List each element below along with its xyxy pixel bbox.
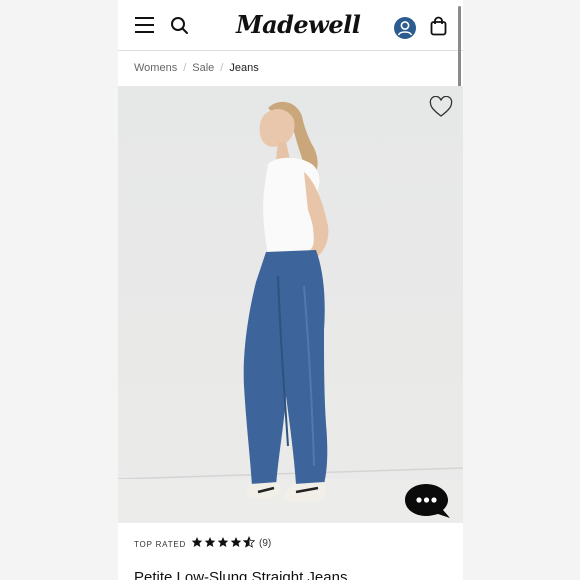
model-photo xyxy=(118,101,463,523)
breadcrumb-sale[interactable]: Sale xyxy=(192,62,214,74)
star-icon xyxy=(204,537,216,547)
product-info: TOP RATED (9) Petite Low-Slung Straight … xyxy=(118,523,463,580)
top-rated-badge: TOP RATED xyxy=(134,540,187,549)
site-header: Madewell xyxy=(118,0,463,114)
shopping-bag-icon[interactable] xyxy=(430,16,447,36)
breadcrumb-separator: / xyxy=(183,62,187,74)
breadcrumb-jeans[interactable]: Jeans xyxy=(229,62,258,74)
user-account-icon[interactable] xyxy=(393,16,417,40)
review-count[interactable]: (9) xyxy=(259,538,271,549)
breadcrumb-womens[interactable]: Womens xyxy=(134,62,177,74)
half-star-icon xyxy=(243,536,255,548)
breadcrumb-separator: / xyxy=(220,62,224,74)
star-icon xyxy=(217,537,229,547)
search-icon[interactable] xyxy=(170,16,190,36)
product-title: Petite Low-Slung Straight Jeans xyxy=(134,569,348,580)
phone-screen: Madewell Womens / Sale / Jeans TOP RATED… xyxy=(118,0,463,580)
hamburger-menu-icon[interactable] xyxy=(135,17,154,33)
chat-bubble-icon[interactable] xyxy=(404,482,452,520)
breadcrumb: Womens / Sale / Jeans xyxy=(134,60,259,76)
brand-logo[interactable]: Madewell xyxy=(236,10,361,40)
star-rating[interactable] xyxy=(191,536,255,548)
star-icon xyxy=(191,537,203,547)
product-image[interactable] xyxy=(118,86,463,523)
heart-icon[interactable] xyxy=(429,95,453,118)
star-icon xyxy=(230,537,242,547)
